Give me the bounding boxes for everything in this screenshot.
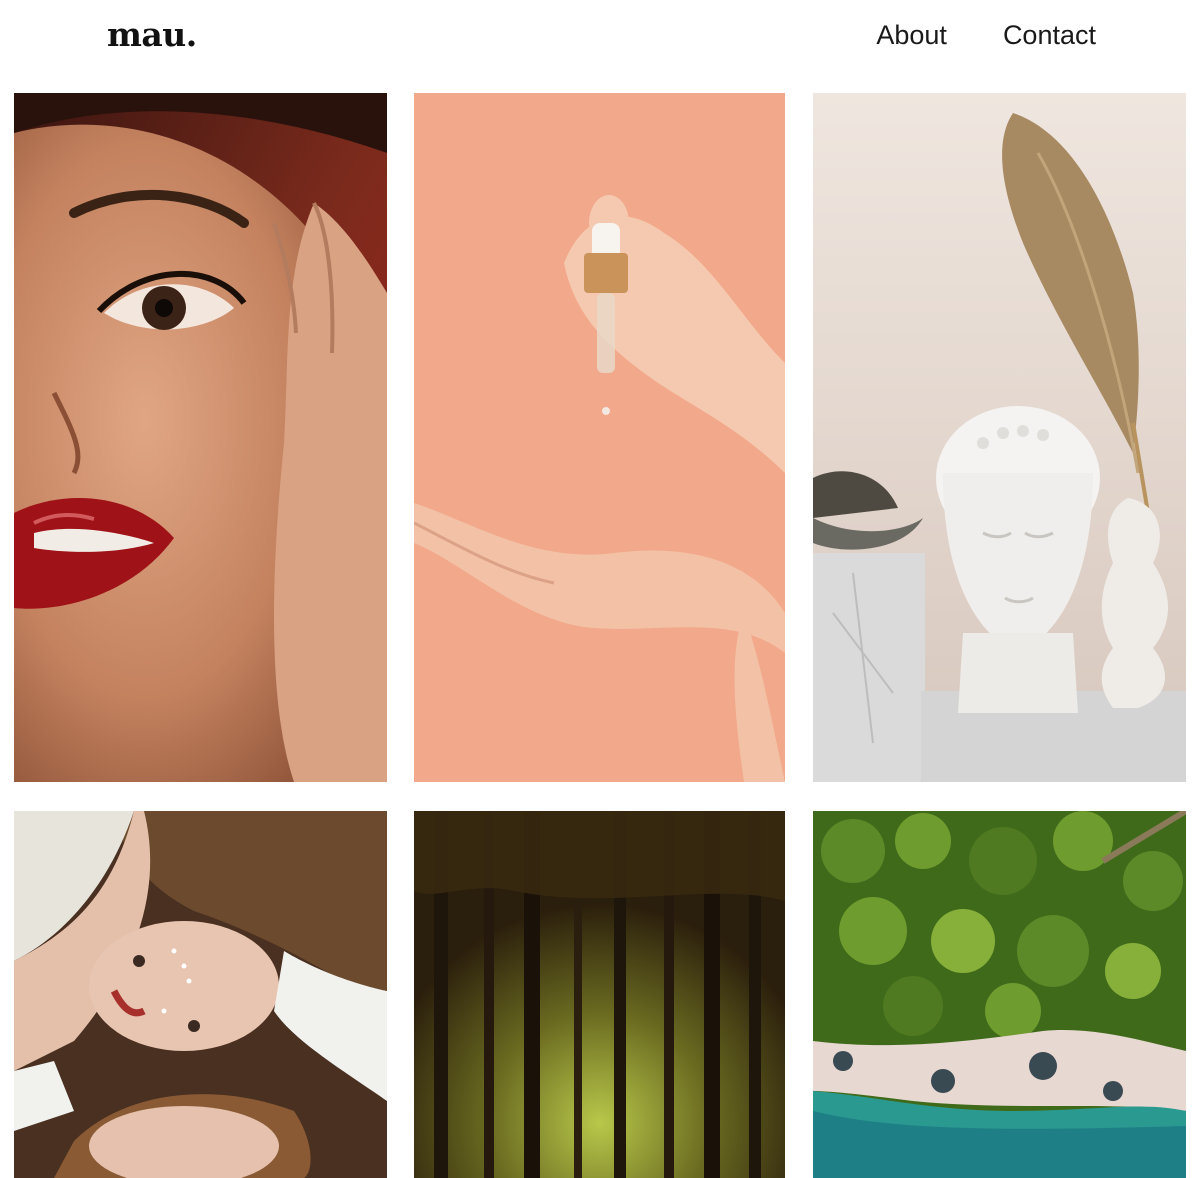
portrait-image (14, 93, 387, 782)
photo-gallery (0, 0, 1200, 1178)
gallery-photo-coast[interactable] (813, 811, 1186, 1178)
gallery-photo-two-women[interactable] (14, 811, 387, 1178)
buddha-image (813, 93, 1186, 782)
gallery-photo-portrait[interactable] (14, 93, 387, 782)
gallery-photo-forest[interactable] (414, 811, 785, 1178)
forest-image (414, 811, 785, 1178)
coast-image (813, 811, 1186, 1178)
gallery-photo-serum[interactable] (414, 93, 785, 782)
gallery-photo-buddha[interactable] (813, 93, 1186, 782)
serum-image (414, 93, 785, 782)
two-women-image (14, 811, 387, 1178)
